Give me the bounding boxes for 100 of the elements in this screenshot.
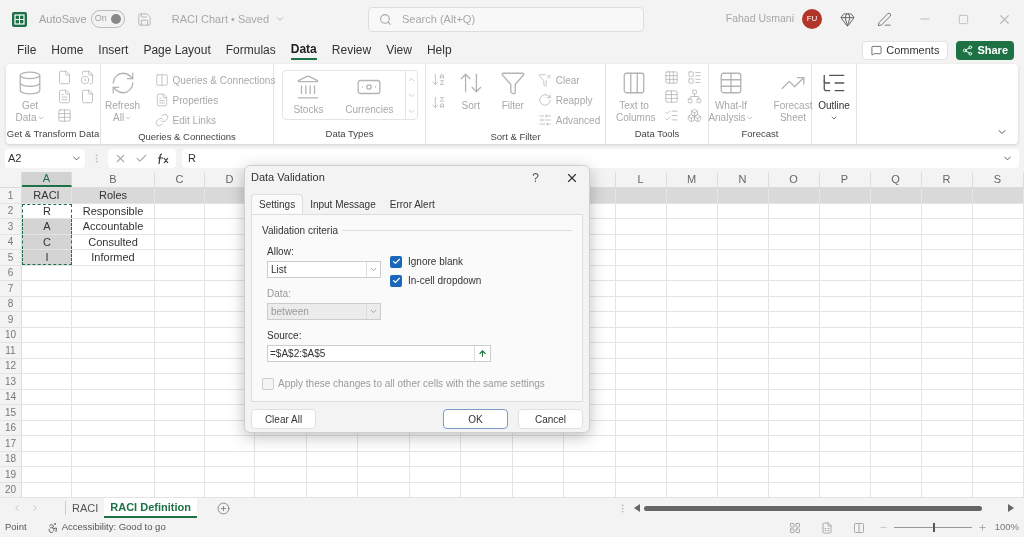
zoom-level[interactable]: 100% xyxy=(994,520,1019,535)
page-layout-icon[interactable] xyxy=(820,521,833,534)
table-cell[interactable]: RACI xyxy=(22,188,72,203)
document-icon[interactable] xyxy=(57,89,72,104)
sheet-tab[interactable]: RACI xyxy=(66,498,105,518)
comments-button[interactable]: Comments xyxy=(862,40,949,60)
clear-filter-icon xyxy=(537,73,552,87)
boxes-icon[interactable] xyxy=(687,108,702,123)
column-header[interactable]: P xyxy=(819,172,871,187)
normal-view-icon[interactable] xyxy=(788,521,801,534)
search-icon xyxy=(379,12,392,26)
menu-tab[interactable]: Page Layout xyxy=(143,40,211,60)
link-icon xyxy=(154,113,169,127)
table-icon[interactable] xyxy=(664,89,679,104)
sliders-icon xyxy=(537,113,552,127)
row-header[interactable]: 3 xyxy=(0,219,22,234)
column-header[interactable]: M xyxy=(666,172,718,187)
group-label: Data Tools xyxy=(633,126,681,141)
network-icon[interactable] xyxy=(687,89,702,104)
menu-tab[interactable]: Help xyxy=(426,40,452,60)
function-icon[interactable] xyxy=(156,151,170,165)
checklist-icon[interactable] xyxy=(664,108,679,123)
menu-tab[interactable]: Formulas xyxy=(225,40,276,60)
formula-field[interactable]: R xyxy=(182,148,1019,168)
column-header[interactable]: B xyxy=(72,172,155,187)
row-header[interactable]: 1 xyxy=(0,188,22,203)
column-header[interactable]: N xyxy=(717,172,769,187)
dialog-tab[interactable]: Input Message xyxy=(303,194,383,214)
slider-thumb[interactable] xyxy=(932,523,935,532)
help-button[interactable]: ? xyxy=(532,168,539,187)
file-icon[interactable] xyxy=(80,89,95,104)
table-cell[interactable]: Informed xyxy=(72,250,155,265)
dialog-tab[interactable]: Error Alert xyxy=(382,194,442,214)
dialog-button[interactable]: Clear All xyxy=(251,409,316,429)
scroll-right-icon[interactable] xyxy=(1007,504,1014,512)
horizontal-scrollbar[interactable] xyxy=(643,505,982,511)
table-cell[interactable]: I xyxy=(22,250,72,265)
zoom-in-icon[interactable] xyxy=(977,523,987,532)
table-cell[interactable]: A xyxy=(22,219,72,234)
menu-tab[interactable]: Home xyxy=(51,40,84,60)
checkbox-label: Apply these changes to all other cells with the same settings xyxy=(278,377,545,391)
status-mode: Point xyxy=(5,520,27,535)
file-clock-icon[interactable] xyxy=(80,70,95,85)
source-field[interactable]: =$A$2:$A$5 xyxy=(267,345,491,362)
save-icon[interactable] xyxy=(136,11,152,27)
page-break-icon[interactable] xyxy=(852,521,865,534)
sheet-tab[interactable]: RACI Definition xyxy=(104,498,197,518)
comment-icon xyxy=(871,44,883,56)
row-header[interactable]: 13 xyxy=(0,374,22,389)
sort-ascending-icon[interactable] xyxy=(430,72,446,87)
menu-tab[interactable]: File xyxy=(17,40,37,60)
add-sheet-icon[interactable] xyxy=(216,501,230,515)
menu-tab[interactable]: Insert xyxy=(98,40,129,60)
row-header[interactable]: 17 xyxy=(0,436,22,451)
file-icon[interactable] xyxy=(57,70,72,85)
row-header[interactable]: 19 xyxy=(0,467,22,482)
caret-icon xyxy=(369,265,378,274)
group-label: Get & Transform Data xyxy=(6,126,100,141)
dialog-button[interactable]: Cancel xyxy=(518,409,583,429)
name-box[interactable]: A2 xyxy=(5,148,85,168)
table-cell[interactable]: Accountable xyxy=(72,219,155,234)
collapse-arrow-icon[interactable] xyxy=(478,349,487,358)
document-icon xyxy=(154,93,169,107)
accessibility-icon[interactable] xyxy=(46,521,59,534)
dialog-tab[interactable]: Settings xyxy=(251,194,304,214)
accessibility-status[interactable]: Accessibility: Good to go xyxy=(61,520,166,535)
restore-icon[interactable] xyxy=(958,13,969,25)
row-header[interactable]: 5 xyxy=(0,250,22,265)
menu-tab[interactable]: Review xyxy=(331,40,372,60)
row-header[interactable]: 9 xyxy=(0,312,22,327)
column-header[interactable]: O xyxy=(768,172,820,187)
list-icon[interactable] xyxy=(687,70,702,85)
share-button[interactable]: Share xyxy=(956,40,1014,60)
column-header[interactable]: C xyxy=(155,172,205,187)
sort-descending-icon[interactable] xyxy=(430,95,446,110)
table-icon[interactable] xyxy=(57,108,72,123)
allow-dropdown[interactable]: List xyxy=(267,261,381,278)
group-label: Data Types xyxy=(324,126,375,141)
row-header[interactable]: 7 xyxy=(0,281,22,296)
user-avatar[interactable]: FU xyxy=(802,9,822,29)
menu-tab[interactable]: View xyxy=(386,40,412,60)
column-header[interactable]: L xyxy=(615,172,667,187)
table-cell[interactable]: Roles xyxy=(72,188,155,203)
diamond-icon[interactable] xyxy=(840,11,855,27)
pen-icon[interactable] xyxy=(877,11,892,27)
column-header[interactable]: S xyxy=(972,172,1024,187)
table-cell[interactable]: Responsible xyxy=(72,203,155,218)
checkbox[interactable] xyxy=(390,274,402,287)
column-header[interactable]: A xyxy=(22,172,72,187)
column-header[interactable]: Q xyxy=(870,172,922,187)
row-header[interactable]: 11 xyxy=(0,343,22,358)
table-cell[interactable]: Consulted xyxy=(72,234,155,249)
share-icon xyxy=(962,44,974,56)
checkbox[interactable] xyxy=(390,255,402,268)
menu-tab[interactable]: Data xyxy=(290,40,317,60)
grid-icon[interactable] xyxy=(664,70,679,85)
scroll-left-icon[interactable] xyxy=(633,504,640,512)
dialog-button[interactable]: OK xyxy=(443,409,508,429)
row-header[interactable]: 15 xyxy=(0,405,22,420)
column-header[interactable]: R xyxy=(921,172,973,187)
